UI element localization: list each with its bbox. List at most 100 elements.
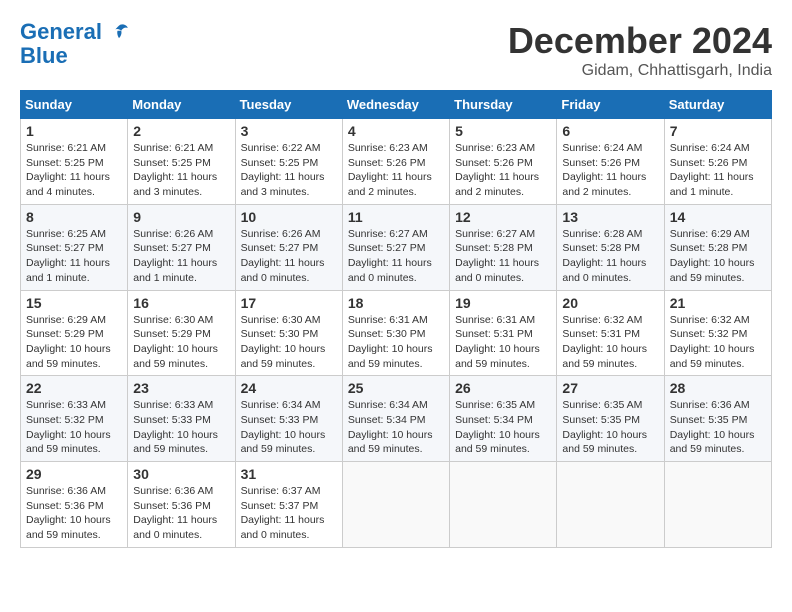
day-number: 15 (26, 295, 122, 311)
header-sunday: Sunday (21, 91, 128, 119)
calendar-cell: 25 Sunrise: 6:34 AM Sunset: 5:34 PM Dayl… (342, 376, 449, 462)
logo-bird-icon (108, 22, 130, 44)
day-info: Sunrise: 6:33 AM Sunset: 5:33 PM Dayligh… (133, 398, 229, 457)
day-number: 11 (348, 209, 444, 225)
day-info: Sunrise: 6:31 AM Sunset: 5:30 PM Dayligh… (348, 313, 444, 372)
calendar-cell (557, 462, 664, 548)
calendar-cell (450, 462, 557, 548)
header-thursday: Thursday (450, 91, 557, 119)
day-number: 29 (26, 466, 122, 482)
day-number: 19 (455, 295, 551, 311)
calendar-cell: 26 Sunrise: 6:35 AM Sunset: 5:34 PM Dayl… (450, 376, 557, 462)
day-number: 14 (670, 209, 766, 225)
day-number: 7 (670, 123, 766, 139)
day-number: 9 (133, 209, 229, 225)
day-number: 28 (670, 380, 766, 396)
calendar-header-row: SundayMondayTuesdayWednesdayThursdayFrid… (21, 91, 772, 119)
location-title: Gidam, Chhattisgarh, India (508, 62, 772, 80)
calendar-table: SundayMondayTuesdayWednesdayThursdayFrid… (20, 90, 772, 548)
day-number: 22 (26, 380, 122, 396)
calendar-week-row: 29 Sunrise: 6:36 AM Sunset: 5:36 PM Dayl… (21, 462, 772, 548)
day-info: Sunrise: 6:23 AM Sunset: 5:26 PM Dayligh… (455, 141, 551, 200)
day-info: Sunrise: 6:32 AM Sunset: 5:31 PM Dayligh… (562, 313, 658, 372)
calendar-cell: 29 Sunrise: 6:36 AM Sunset: 5:36 PM Dayl… (21, 462, 128, 548)
calendar-cell: 3 Sunrise: 6:22 AM Sunset: 5:25 PM Dayli… (235, 119, 342, 205)
day-number: 21 (670, 295, 766, 311)
day-info: Sunrise: 6:34 AM Sunset: 5:33 PM Dayligh… (241, 398, 337, 457)
calendar-cell: 20 Sunrise: 6:32 AM Sunset: 5:31 PM Dayl… (557, 290, 664, 376)
day-number: 3 (241, 123, 337, 139)
logo-blue: Blue (20, 44, 68, 68)
day-number: 20 (562, 295, 658, 311)
calendar-cell: 14 Sunrise: 6:29 AM Sunset: 5:28 PM Dayl… (664, 204, 771, 290)
day-number: 23 (133, 380, 229, 396)
day-info: Sunrise: 6:35 AM Sunset: 5:34 PM Dayligh… (455, 398, 551, 457)
day-number: 1 (26, 123, 122, 139)
day-info: Sunrise: 6:25 AM Sunset: 5:27 PM Dayligh… (26, 227, 122, 286)
calendar-cell: 27 Sunrise: 6:35 AM Sunset: 5:35 PM Dayl… (557, 376, 664, 462)
page-header: General Blue December 2024 Gidam, Chhatt… (20, 20, 772, 80)
calendar-cell: 4 Sunrise: 6:23 AM Sunset: 5:26 PM Dayli… (342, 119, 449, 205)
day-number: 25 (348, 380, 444, 396)
calendar-cell (342, 462, 449, 548)
calendar-cell: 17 Sunrise: 6:30 AM Sunset: 5:30 PM Dayl… (235, 290, 342, 376)
day-info: Sunrise: 6:37 AM Sunset: 5:37 PM Dayligh… (241, 484, 337, 543)
calendar-cell: 11 Sunrise: 6:27 AM Sunset: 5:27 PM Dayl… (342, 204, 449, 290)
day-number: 12 (455, 209, 551, 225)
day-number: 16 (133, 295, 229, 311)
calendar-cell: 21 Sunrise: 6:32 AM Sunset: 5:32 PM Dayl… (664, 290, 771, 376)
calendar-week-row: 1 Sunrise: 6:21 AM Sunset: 5:25 PM Dayli… (21, 119, 772, 205)
day-info: Sunrise: 6:24 AM Sunset: 5:26 PM Dayligh… (562, 141, 658, 200)
day-info: Sunrise: 6:29 AM Sunset: 5:29 PM Dayligh… (26, 313, 122, 372)
calendar-cell: 2 Sunrise: 6:21 AM Sunset: 5:25 PM Dayli… (128, 119, 235, 205)
calendar-cell: 9 Sunrise: 6:26 AM Sunset: 5:27 PM Dayli… (128, 204, 235, 290)
header-saturday: Saturday (664, 91, 771, 119)
day-info: Sunrise: 6:34 AM Sunset: 5:34 PM Dayligh… (348, 398, 444, 457)
day-number: 27 (562, 380, 658, 396)
day-info: Sunrise: 6:24 AM Sunset: 5:26 PM Dayligh… (670, 141, 766, 200)
header-monday: Monday (128, 91, 235, 119)
day-info: Sunrise: 6:35 AM Sunset: 5:35 PM Dayligh… (562, 398, 658, 457)
day-number: 31 (241, 466, 337, 482)
day-info: Sunrise: 6:36 AM Sunset: 5:36 PM Dayligh… (133, 484, 229, 543)
day-info: Sunrise: 6:21 AM Sunset: 5:25 PM Dayligh… (133, 141, 229, 200)
calendar-week-row: 22 Sunrise: 6:33 AM Sunset: 5:32 PM Dayl… (21, 376, 772, 462)
day-number: 5 (455, 123, 551, 139)
calendar-cell: 31 Sunrise: 6:37 AM Sunset: 5:37 PM Dayl… (235, 462, 342, 548)
calendar-cell: 24 Sunrise: 6:34 AM Sunset: 5:33 PM Dayl… (235, 376, 342, 462)
day-info: Sunrise: 6:33 AM Sunset: 5:32 PM Dayligh… (26, 398, 122, 457)
header-tuesday: Tuesday (235, 91, 342, 119)
day-info: Sunrise: 6:36 AM Sunset: 5:35 PM Dayligh… (670, 398, 766, 457)
day-info: Sunrise: 6:32 AM Sunset: 5:32 PM Dayligh… (670, 313, 766, 372)
calendar-cell: 23 Sunrise: 6:33 AM Sunset: 5:33 PM Dayl… (128, 376, 235, 462)
day-number: 24 (241, 380, 337, 396)
day-number: 13 (562, 209, 658, 225)
calendar-cell: 16 Sunrise: 6:30 AM Sunset: 5:29 PM Dayl… (128, 290, 235, 376)
calendar-cell: 8 Sunrise: 6:25 AM Sunset: 5:27 PM Dayli… (21, 204, 128, 290)
day-info: Sunrise: 6:29 AM Sunset: 5:28 PM Dayligh… (670, 227, 766, 286)
day-info: Sunrise: 6:30 AM Sunset: 5:30 PM Dayligh… (241, 313, 337, 372)
day-number: 10 (241, 209, 337, 225)
calendar-cell: 6 Sunrise: 6:24 AM Sunset: 5:26 PM Dayli… (557, 119, 664, 205)
day-info: Sunrise: 6:26 AM Sunset: 5:27 PM Dayligh… (133, 227, 229, 286)
day-info: Sunrise: 6:22 AM Sunset: 5:25 PM Dayligh… (241, 141, 337, 200)
day-number: 4 (348, 123, 444, 139)
calendar-cell (664, 462, 771, 548)
calendar-cell: 7 Sunrise: 6:24 AM Sunset: 5:26 PM Dayli… (664, 119, 771, 205)
title-block: December 2024 Gidam, Chhattisgarh, India (508, 20, 772, 80)
day-info: Sunrise: 6:21 AM Sunset: 5:25 PM Dayligh… (26, 141, 122, 200)
day-number: 6 (562, 123, 658, 139)
calendar-week-row: 8 Sunrise: 6:25 AM Sunset: 5:27 PM Dayli… (21, 204, 772, 290)
calendar-cell: 10 Sunrise: 6:26 AM Sunset: 5:27 PM Dayl… (235, 204, 342, 290)
day-number: 8 (26, 209, 122, 225)
calendar-cell: 1 Sunrise: 6:21 AM Sunset: 5:25 PM Dayli… (21, 119, 128, 205)
day-info: Sunrise: 6:28 AM Sunset: 5:28 PM Dayligh… (562, 227, 658, 286)
day-info: Sunrise: 6:36 AM Sunset: 5:36 PM Dayligh… (26, 484, 122, 543)
calendar-cell: 28 Sunrise: 6:36 AM Sunset: 5:35 PM Dayl… (664, 376, 771, 462)
calendar-cell: 22 Sunrise: 6:33 AM Sunset: 5:32 PM Dayl… (21, 376, 128, 462)
day-info: Sunrise: 6:26 AM Sunset: 5:27 PM Dayligh… (241, 227, 337, 286)
calendar-cell: 19 Sunrise: 6:31 AM Sunset: 5:31 PM Dayl… (450, 290, 557, 376)
calendar-cell: 30 Sunrise: 6:36 AM Sunset: 5:36 PM Dayl… (128, 462, 235, 548)
calendar-cell: 18 Sunrise: 6:31 AM Sunset: 5:30 PM Dayl… (342, 290, 449, 376)
calendar-cell: 12 Sunrise: 6:27 AM Sunset: 5:28 PM Dayl… (450, 204, 557, 290)
